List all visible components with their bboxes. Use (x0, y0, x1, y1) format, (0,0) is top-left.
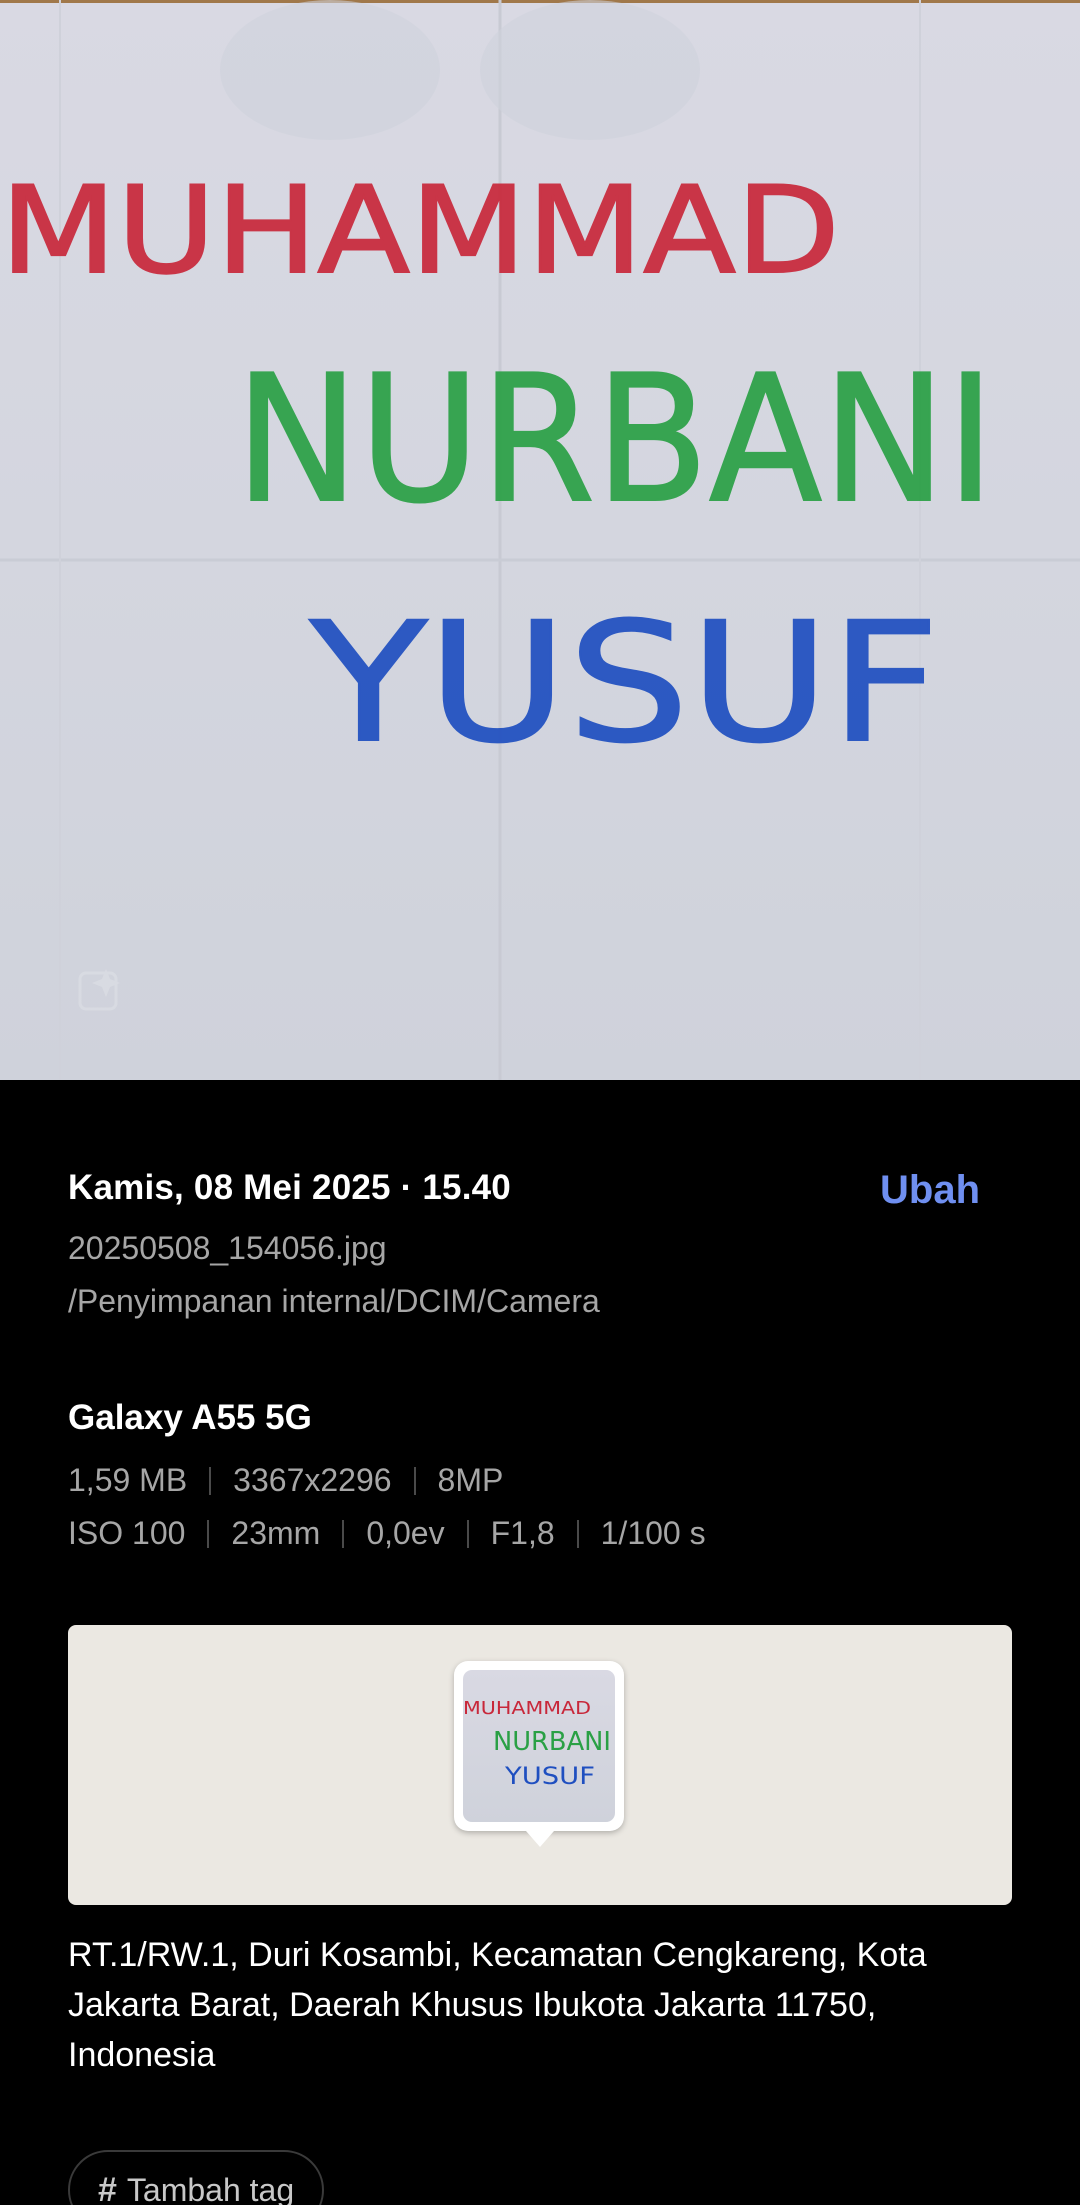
map-photo-pin[interactable]: MUHAMMAD NURBANI YUSUF (454, 1661, 624, 1847)
photo-details-screen: MUHAMMAD NURBANI YUSUF Kamis, 08 Mei 202… (0, 0, 1080, 2205)
file-size: 1,59 MB (68, 1462, 188, 1498)
image-resolution: 3367x2296 (233, 1462, 392, 1498)
svg-text:NURBANI: NURBANI (493, 1727, 611, 1757)
add-tag-button[interactable]: # Tambah tag (68, 2150, 325, 2205)
divider (342, 1519, 345, 1548)
aperture: F1,8 (490, 1515, 555, 1551)
hash-icon: # (98, 2170, 117, 2205)
handwriting-line-2: NURBANI (235, 339, 995, 542)
svg-text:MUHAMMAD: MUHAMMAD (463, 1698, 591, 1719)
paper-surface: MUHAMMAD NURBANI YUSUF (0, 0, 1080, 1080)
focal-length: 23mm (231, 1515, 321, 1551)
file-path: /Penyimpanan internal/DCIM/Camera (68, 1283, 600, 1319)
svg-text:YUSUF: YUSUF (504, 1762, 595, 1790)
divider (413, 1466, 416, 1495)
location-map[interactable]: MUHAMMAD NURBANI YUSUF (68, 1625, 1012, 1905)
exposure-value: 0,0ev (366, 1515, 445, 1551)
divider (207, 1519, 210, 1548)
edit-details-button[interactable]: Ubah (880, 1168, 980, 1213)
image-edit-icon[interactable] (76, 965, 126, 1015)
divider (466, 1519, 469, 1548)
capture-date-time: Kamis, 08 Mei 2025 · 15.40 (68, 1168, 511, 1207)
divider (576, 1519, 579, 1548)
exposure-specs-row: ISO 100 23mm 0,0ev F1,8 1/100 s (68, 1515, 706, 1552)
photo-preview[interactable]: MUHAMMAD NURBANI YUSUF (0, 0, 1080, 1080)
megapixels: 8MP (437, 1462, 504, 1498)
divider (209, 1466, 212, 1495)
iso: ISO 100 (68, 1515, 186, 1551)
camera-device: Galaxy A55 5G (68, 1398, 312, 1437)
shutter-speed: 1/100 s (600, 1515, 706, 1551)
file-name: 20250508_154056.jpg (68, 1230, 387, 1266)
file-specs-row: 1,59 MB 3367x2296 8MP (68, 1462, 503, 1499)
location-address: RT.1/RW.1, Duri Kosambi, Kecamatan Cengk… (68, 1936, 927, 2074)
handwriting-line-3: YUSUF (309, 587, 940, 779)
map-photo-thumbnail: MUHAMMAD NURBANI YUSUF (463, 1670, 615, 1822)
add-tag-label: Tambah tag (126, 2171, 295, 2205)
handwriting-line-1: MUHAMMAD (0, 162, 840, 301)
